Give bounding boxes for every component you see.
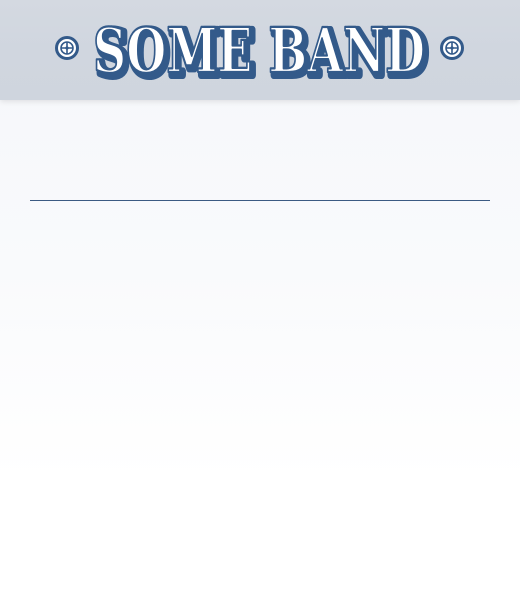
content-divider (30, 200, 490, 201)
band-name-title: SOME BAND (93, 14, 425, 87)
band-logo[interactable]: SOME BAND SOME BAND (0, 0, 520, 100)
site-header: SOME BAND SOME BAND (0, 0, 520, 100)
left-ornament-icon (55, 36, 79, 60)
right-ornament-icon (440, 36, 464, 60)
